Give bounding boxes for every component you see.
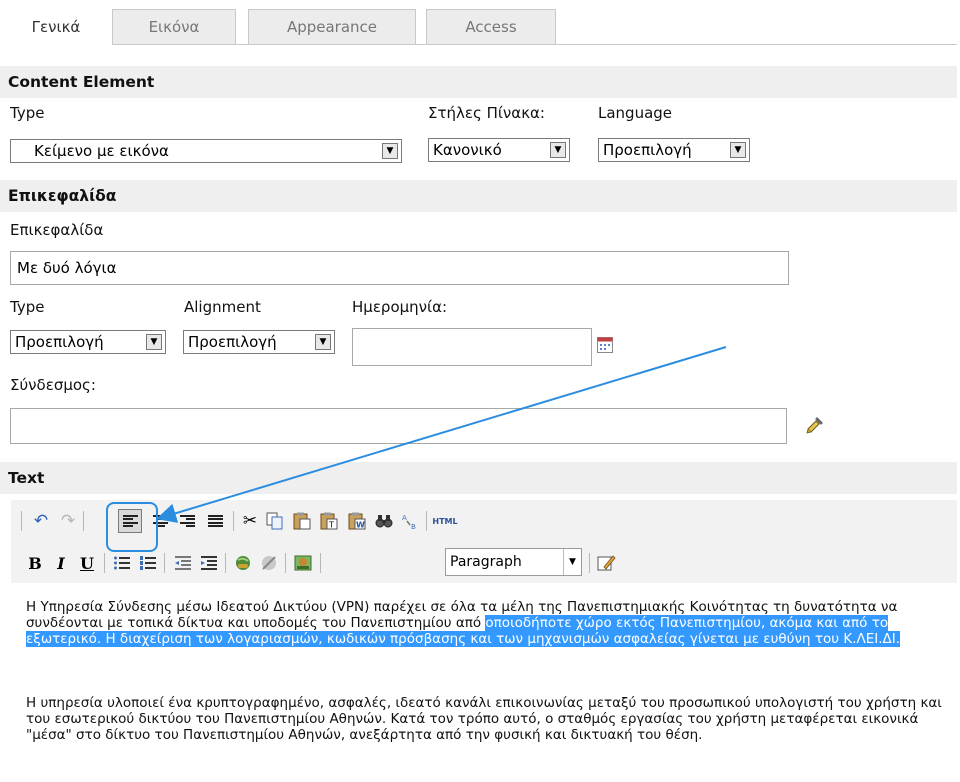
annotation-arrow bbox=[156, 346, 727, 523]
